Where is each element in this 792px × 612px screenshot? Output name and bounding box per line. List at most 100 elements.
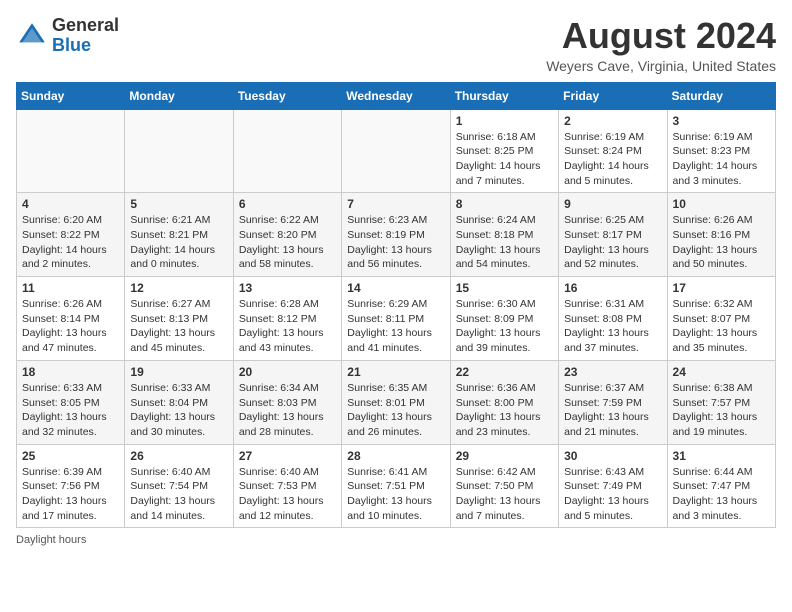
- day-info: Sunrise: 6:35 AMSunset: 8:01 PMDaylight:…: [347, 381, 444, 440]
- day-info: Sunrise: 6:34 AMSunset: 8:03 PMDaylight:…: [239, 381, 336, 440]
- day-number: 22: [456, 365, 553, 379]
- day-number: 12: [130, 281, 227, 295]
- day-number: 31: [673, 449, 770, 463]
- calendar-day-header: Monday: [125, 82, 233, 109]
- day-info: Sunrise: 6:37 AMSunset: 7:59 PMDaylight:…: [564, 381, 661, 440]
- calendar-cell: 26 Sunrise: 6:40 AMSunset: 7:54 PMDayligh…: [125, 444, 233, 528]
- day-info: Sunrise: 6:33 AMSunset: 8:04 PMDaylight:…: [130, 381, 227, 440]
- calendar-week-row: 11Sunrise: 6:26 AMSunset: 8:14 PMDayligh…: [17, 277, 776, 361]
- day-number: 28: [347, 449, 444, 463]
- calendar-cell: 6 Sunrise: 6:22 AMSunset: 8:20 PMDaylight…: [233, 193, 341, 277]
- day-number: 27: [239, 449, 336, 463]
- calendar-cell: 28 Sunrise: 6:41 AMSunset: 7:51 PMDayligh…: [342, 444, 450, 528]
- day-info: Sunrise: 6:25 AMSunset: 8:17 PMDaylight:…: [564, 213, 661, 272]
- day-number: 9: [564, 197, 661, 211]
- calendar-cell: 23 Sunrise: 6:37 AMSunset: 7:59 PMDayligh…: [559, 360, 667, 444]
- calendar-cell: 2 Sunrise: 6:19 AMSunset: 8:24 PMDaylight…: [559, 109, 667, 193]
- day-number: 29: [456, 449, 553, 463]
- day-info: Sunrise: 6:20 AMSunset: 8:22 PMDaylight:…: [22, 213, 119, 272]
- calendar-cell: 27 Sunrise: 6:40 AMSunset: 7:53 PMDayligh…: [233, 444, 341, 528]
- day-info: Sunrise: 6:18 AMSunset: 8:25 PMDaylight:…: [456, 130, 553, 189]
- logo: General Blue: [16, 16, 119, 56]
- day-number: 26: [130, 449, 227, 463]
- day-number: 3: [673, 114, 770, 128]
- day-number: 8: [456, 197, 553, 211]
- day-number: 7: [347, 197, 444, 211]
- calendar-week-row: 25 Sunrise: 6:39 AMSunset: 7:56 PMDayligh…: [17, 444, 776, 528]
- day-number: 2: [564, 114, 661, 128]
- day-info: Sunrise: 6:26 AMSunset: 8:14 PMDaylight:…: [22, 297, 119, 356]
- month-year: August 2024: [546, 16, 776, 56]
- calendar-cell: 21Sunrise: 6:35 AMSunset: 8:01 PMDayligh…: [342, 360, 450, 444]
- logo-icon: [16, 20, 48, 52]
- day-info: Sunrise: 6:44 AMSunset: 7:47 PMDaylight:…: [673, 465, 770, 524]
- page-header: General Blue August 2024 Weyers Cave, Vi…: [16, 16, 776, 74]
- calendar-cell: 24 Sunrise: 6:38 AMSunset: 7:57 PMDayligh…: [667, 360, 775, 444]
- calendar-cell: 8 Sunrise: 6:24 AMSunset: 8:18 PMDaylight…: [450, 193, 558, 277]
- day-info: Sunrise: 6:41 AMSunset: 7:51 PMDaylight:…: [347, 465, 444, 524]
- calendar-day-header: Sunday: [17, 82, 125, 109]
- day-info: Sunrise: 6:29 AMSunset: 8:11 PMDaylight:…: [347, 297, 444, 356]
- calendar-day-header: Tuesday: [233, 82, 341, 109]
- day-info: Sunrise: 6:27 AMSunset: 8:13 PMDaylight:…: [130, 297, 227, 356]
- day-number: 6: [239, 197, 336, 211]
- calendar-day-header: Friday: [559, 82, 667, 109]
- calendar-header-row: SundayMondayTuesdayWednesdayThursdayFrid…: [17, 82, 776, 109]
- calendar-week-row: 4 Sunrise: 6:20 AMSunset: 8:22 PMDaylight…: [17, 193, 776, 277]
- day-number: 10: [673, 197, 770, 211]
- calendar-cell: 19Sunrise: 6:33 AMSunset: 8:04 PMDayligh…: [125, 360, 233, 444]
- title-block: August 2024 Weyers Cave, Virginia, Unite…: [546, 16, 776, 74]
- day-number: 17: [673, 281, 770, 295]
- day-number: 1: [456, 114, 553, 128]
- calendar-cell: 13Sunrise: 6:28 AMSunset: 8:12 PMDayligh…: [233, 277, 341, 361]
- calendar-cell: 11Sunrise: 6:26 AMSunset: 8:14 PMDayligh…: [17, 277, 125, 361]
- calendar-cell: 22 Sunrise: 6:36 AMSunset: 8:00 PMDayligh…: [450, 360, 558, 444]
- day-info: Sunrise: 6:32 AMSunset: 8:07 PMDaylight:…: [673, 297, 770, 356]
- calendar-day-header: Wednesday: [342, 82, 450, 109]
- calendar-cell: 9 Sunrise: 6:25 AMSunset: 8:17 PMDaylight…: [559, 193, 667, 277]
- calendar-table: SundayMondayTuesdayWednesdayThursdayFrid…: [16, 82, 776, 529]
- day-info: Sunrise: 6:33 AMSunset: 8:05 PMDaylight:…: [22, 381, 119, 440]
- calendar-cell: 7Sunrise: 6:23 AMSunset: 8:19 PMDaylight…: [342, 193, 450, 277]
- day-info: Sunrise: 6:40 AMSunset: 7:54 PMDaylight:…: [130, 465, 227, 524]
- day-number: 16: [564, 281, 661, 295]
- day-info: Sunrise: 6:19 AMSunset: 8:24 PMDaylight:…: [564, 130, 661, 189]
- calendar-cell: 1 Sunrise: 6:18 AMSunset: 8:25 PMDaylight…: [450, 109, 558, 193]
- day-info: Sunrise: 6:36 AMSunset: 8:00 PMDaylight:…: [456, 381, 553, 440]
- day-info: Sunrise: 6:22 AMSunset: 8:20 PMDaylight:…: [239, 213, 336, 272]
- calendar-week-row: 1 Sunrise: 6:18 AMSunset: 8:25 PMDaylight…: [17, 109, 776, 193]
- calendar-cell: 31 Sunrise: 6:44 AMSunset: 7:47 PMDayligh…: [667, 444, 775, 528]
- calendar-day-header: Saturday: [667, 82, 775, 109]
- day-number: 15: [456, 281, 553, 295]
- day-info: Sunrise: 6:43 AMSunset: 7:49 PMDaylight:…: [564, 465, 661, 524]
- day-number: 25: [22, 449, 119, 463]
- day-info: Sunrise: 6:24 AMSunset: 8:18 PMDaylight:…: [456, 213, 553, 272]
- day-number: 24: [673, 365, 770, 379]
- logo-blue: Blue: [52, 35, 91, 55]
- day-number: 23: [564, 365, 661, 379]
- calendar-cell: 17 Sunrise: 6:32 AMSunset: 8:07 PMDayligh…: [667, 277, 775, 361]
- day-number: 5: [130, 197, 227, 211]
- day-info: Sunrise: 6:38 AMSunset: 7:57 PMDaylight:…: [673, 381, 770, 440]
- calendar-cell: 29Sunrise: 6:42 AMSunset: 7:50 PMDayligh…: [450, 444, 558, 528]
- calendar-cell: [17, 109, 125, 193]
- calendar-cell: 15 Sunrise: 6:30 AMSunset: 8:09 PMDayligh…: [450, 277, 558, 361]
- calendar-cell: 3Sunrise: 6:19 AMSunset: 8:23 PMDaylight…: [667, 109, 775, 193]
- calendar-week-row: 18Sunrise: 6:33 AMSunset: 8:05 PMDayligh…: [17, 360, 776, 444]
- day-info: Sunrise: 6:39 AMSunset: 7:56 PMDaylight:…: [22, 465, 119, 524]
- calendar-cell: 12 Sunrise: 6:27 AMSunset: 8:13 PMDayligh…: [125, 277, 233, 361]
- calendar-cell: [233, 109, 341, 193]
- calendar-cell: [342, 109, 450, 193]
- day-number: 13: [239, 281, 336, 295]
- day-number: 30: [564, 449, 661, 463]
- calendar-cell: 25 Sunrise: 6:39 AMSunset: 7:56 PMDayligh…: [17, 444, 125, 528]
- day-info: Sunrise: 6:21 AMSunset: 8:21 PMDaylight:…: [130, 213, 227, 272]
- day-info: Sunrise: 6:40 AMSunset: 7:53 PMDaylight:…: [239, 465, 336, 524]
- logo-general: General: [52, 15, 119, 35]
- calendar-cell: 20 Sunrise: 6:34 AMSunset: 8:03 PMDayligh…: [233, 360, 341, 444]
- day-number: 4: [22, 197, 119, 211]
- day-info: Sunrise: 6:30 AMSunset: 8:09 PMDaylight:…: [456, 297, 553, 356]
- calendar-day-header: Thursday: [450, 82, 558, 109]
- calendar-cell: 5 Sunrise: 6:21 AMSunset: 8:21 PMDaylight…: [125, 193, 233, 277]
- day-number: 20: [239, 365, 336, 379]
